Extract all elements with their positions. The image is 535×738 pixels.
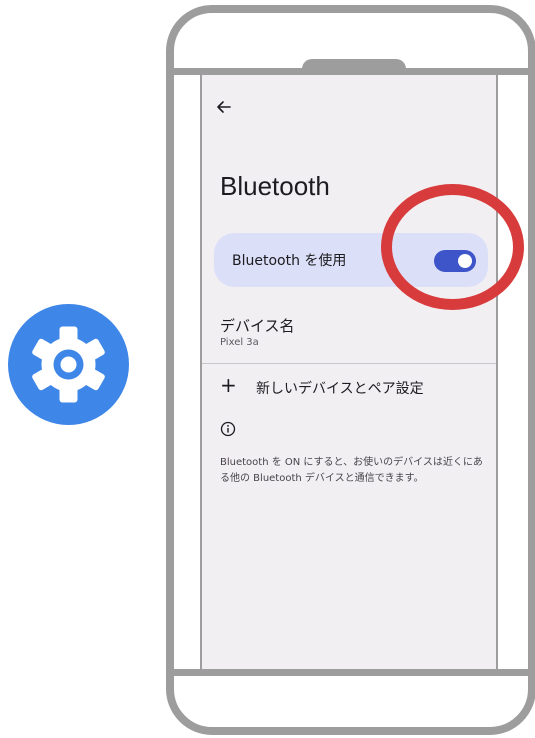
device-name-row[interactable]: デバイス名 Pixel 3a: [202, 303, 496, 361]
pair-new-device-row[interactable]: + 新しいデバイスとペア設定: [202, 367, 496, 407]
info-icon: [220, 421, 236, 437]
settings-gear-icon: [8, 304, 129, 425]
highlight-circle-annotation: [381, 184, 524, 310]
toggle-label: Bluetooth を使用: [232, 253, 347, 269]
page-title: Bluetooth: [220, 171, 330, 201]
phone-frame: Bluetooth Bluetooth を使用 デバイス名 Pixel 3a +…: [166, 5, 535, 735]
device-name-value: Pixel 3a: [220, 337, 259, 348]
gear-icon: [32, 326, 105, 403]
plus-icon: +: [220, 373, 237, 397]
pair-new-device-label: 新しいデバイスとペア設定: [256, 381, 424, 397]
back-arrow-icon[interactable]: [216, 99, 232, 115]
divider: [202, 363, 496, 364]
device-name-title: デバイス名: [220, 317, 295, 335]
camera-notch: [302, 59, 406, 71]
info-text: Bluetooth を ON にすると、お使いのデバイスは近くにある他の Blu…: [220, 457, 483, 484]
bluetooth-settings-screen: Bluetooth Bluetooth を使用 デバイス名 Pixel 3a +…: [200, 75, 498, 669]
